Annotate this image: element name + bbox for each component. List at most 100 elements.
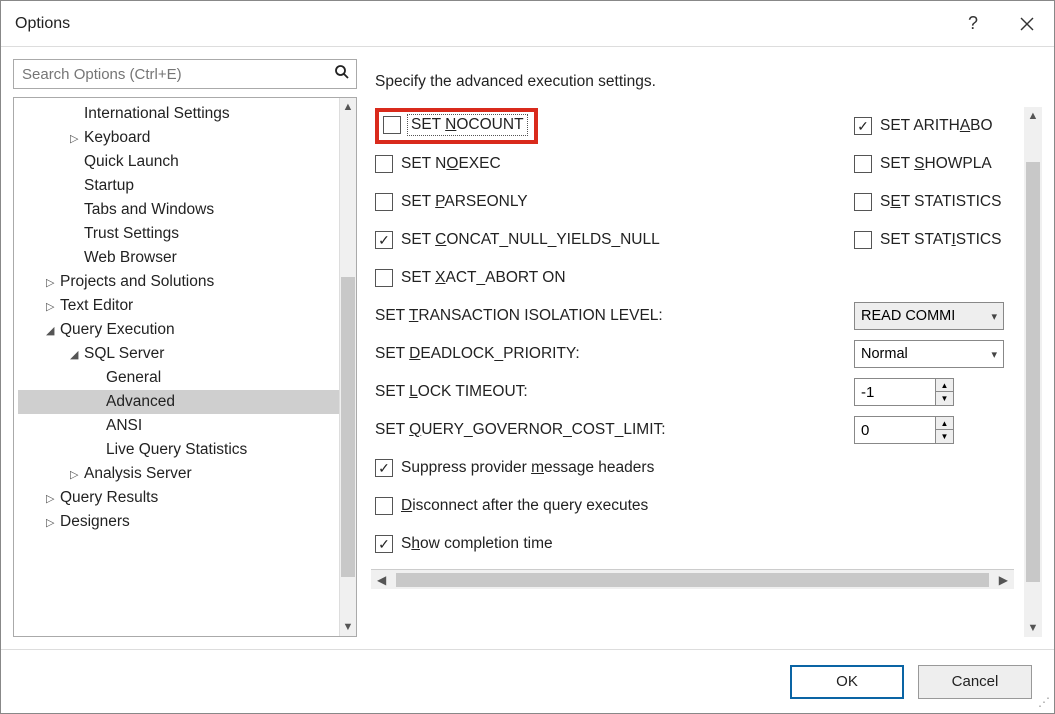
select-deadlock[interactable]: Normal▾ [854,340,1004,368]
option-row-locktimeout: SET LOCK TIMEOUT:▲▼ [371,373,1014,411]
tree-item-label: Designers [60,513,130,531]
tree-item-web-browser[interactable]: Web Browser [18,246,339,270]
expand-icon[interactable]: ▷ [46,276,60,289]
tree-item-label: Query Execution [60,321,175,339]
checkbox-showplan[interactable] [854,155,872,173]
dialog-body: International Settings▷KeyboardQuick Lau… [1,47,1054,649]
panel-description: Specify the advanced execution settings. [371,59,1042,107]
checkbox-disconnect[interactable] [375,497,393,515]
scroll-down-icon[interactable]: ▼ [342,618,353,636]
close-button[interactable] [1000,1,1054,46]
settings-panel: Specify the advanced execution settings.… [371,59,1042,637]
spinner-querygov[interactable]: ▲▼ [854,416,954,444]
expand-icon[interactable]: ▷ [46,516,60,529]
expand-icon[interactable]: ▷ [46,300,60,313]
option-label: SET TRANSACTION ISOLATION LEVEL: [375,307,663,325]
settings-hscrollbar[interactable]: ◀▶ [371,569,1014,589]
select-isolation[interactable]: READ COMMI▾ [854,302,1004,330]
tree-item-advanced[interactable]: Advanced [18,390,339,414]
spinner-input[interactable] [855,384,935,401]
tree-item-quick-launch[interactable]: Quick Launch [18,150,339,174]
option-row-suppress: Suppress provider message headers [371,449,1014,487]
tree-item-startup[interactable]: Startup [18,174,339,198]
tree-item-label: SQL Server [84,345,164,363]
option-row: SET CONCAT_NULL_YIELDS_NULLSET STATISTIC… [371,221,1014,259]
tree-item-label: Keyboard [84,129,150,147]
checkbox-parseonly[interactable] [375,193,393,211]
option-label: SET CONCAT_NULL_YIELDS_NULL [401,231,660,249]
cancel-button[interactable]: Cancel [918,665,1032,699]
spinner-down-icon[interactable]: ▼ [936,430,953,443]
tree-item-label: Analysis Server [84,465,192,483]
spinner-up-icon[interactable]: ▲ [936,379,953,392]
option-label: SET PARSEONLY [401,193,528,211]
window-title: Options [15,15,70,33]
scroll-right-icon[interactable]: ▶ [993,573,1014,587]
checkbox-concatnull[interactable] [375,231,393,249]
spinner-locktimeout[interactable]: ▲▼ [854,378,954,406]
option-label: Show completion time [401,535,553,553]
scroll-up-icon[interactable]: ▲ [1028,107,1039,125]
scroll-thumb[interactable] [1026,162,1040,582]
spinner-up-icon[interactable]: ▲ [936,417,953,430]
tree-item-tabs-and-windows[interactable]: Tabs and Windows [18,198,339,222]
expand-icon[interactable]: ▷ [70,132,84,145]
tree-item-keyboard[interactable]: ▷Keyboard [18,126,339,150]
search-box[interactable] [13,59,357,89]
tree-item-query-results[interactable]: ▷Query Results [18,486,339,510]
tree-item-analysis-server[interactable]: ▷Analysis Server [18,462,339,486]
checkbox-stats1[interactable] [854,193,872,211]
tree-item-international-settings[interactable]: International Settings [18,102,339,126]
tree-item-ansi[interactable]: ANSI [18,414,339,438]
titlebar: Options ? [1,1,1054,47]
option-label: SET XACT_ABORT ON [401,269,566,287]
scroll-down-icon[interactable]: ▼ [1028,619,1039,637]
expand-icon[interactable]: ◢ [46,324,60,337]
spinner-down-icon[interactable]: ▼ [936,392,953,405]
tree-item-query-execution[interactable]: ◢Query Execution [18,318,339,342]
tree-item-sql-server[interactable]: ◢SQL Server [18,342,339,366]
tree-item-trust-settings[interactable]: Trust Settings [18,222,339,246]
highlight-nocount: SET NOCOUNT [375,108,538,144]
tree-item-general[interactable]: General [18,366,339,390]
checkbox-suppress[interactable] [375,459,393,477]
expand-icon[interactable]: ▷ [46,492,60,505]
ok-button[interactable]: OK [790,665,904,699]
close-icon [1020,17,1034,31]
option-row-showtime: Show completion time [371,525,1014,563]
checkbox-nocount[interactable] [383,116,401,134]
tree-item-text-editor[interactable]: ▷Text Editor [18,294,339,318]
tree-item-projects-and-solutions[interactable]: ▷Projects and Solutions [18,270,339,294]
checkbox-noexec[interactable] [375,155,393,173]
option-label: SET SHOWPLA [880,155,992,173]
option-label: SET QUERY_GOVERNOR_COST_LIMIT: [375,421,666,439]
expand-icon[interactable]: ◢ [70,348,84,361]
resize-grip[interactable]: ⋰ [1038,695,1050,709]
help-button[interactable]: ? [946,1,1000,46]
dialog-footer: OK Cancel [1,649,1054,713]
tree-item-label: Web Browser [84,249,177,267]
checkbox-arithabort[interactable] [854,117,872,135]
option-label: SET STATISTICS [880,193,1001,211]
search-input[interactable] [20,65,334,84]
checkbox-xactabort[interactable] [375,269,393,287]
tree-item-designers[interactable]: ▷Designers [18,510,339,534]
option-row-querygov: SET QUERY_GOVERNOR_COST_LIMIT: ▲▼ [371,411,1014,449]
option-label: SET ARITHABO [880,117,993,135]
options-tree[interactable]: International Settings▷KeyboardQuick Lau… [13,97,357,637]
scroll-thumb[interactable] [341,277,355,577]
option-row-deadlock: SET DEADLOCK_PRIORITY:Normal▾ [371,335,1014,373]
checkbox-stats2[interactable] [854,231,872,249]
spinner-input[interactable] [855,422,935,439]
scroll-left-icon[interactable]: ◀ [371,573,392,587]
scroll-up-icon[interactable]: ▲ [342,98,353,116]
option-row: SET NOEXECSET SHOWPLA [371,145,1014,183]
tree-item-live-query-statistics[interactable]: Live Query Statistics [18,438,339,462]
expand-icon[interactable]: ▷ [70,468,84,481]
option-row-disconnect: Disconnect after the query executes [371,487,1014,525]
tree-scrollbar[interactable]: ▲ ▼ [339,98,356,636]
checkbox-showtime[interactable] [375,535,393,553]
tree-item-label: Query Results [60,489,158,507]
settings-scrollbar[interactable]: ▲ ▼ [1024,107,1042,637]
scroll-track[interactable] [396,573,989,587]
